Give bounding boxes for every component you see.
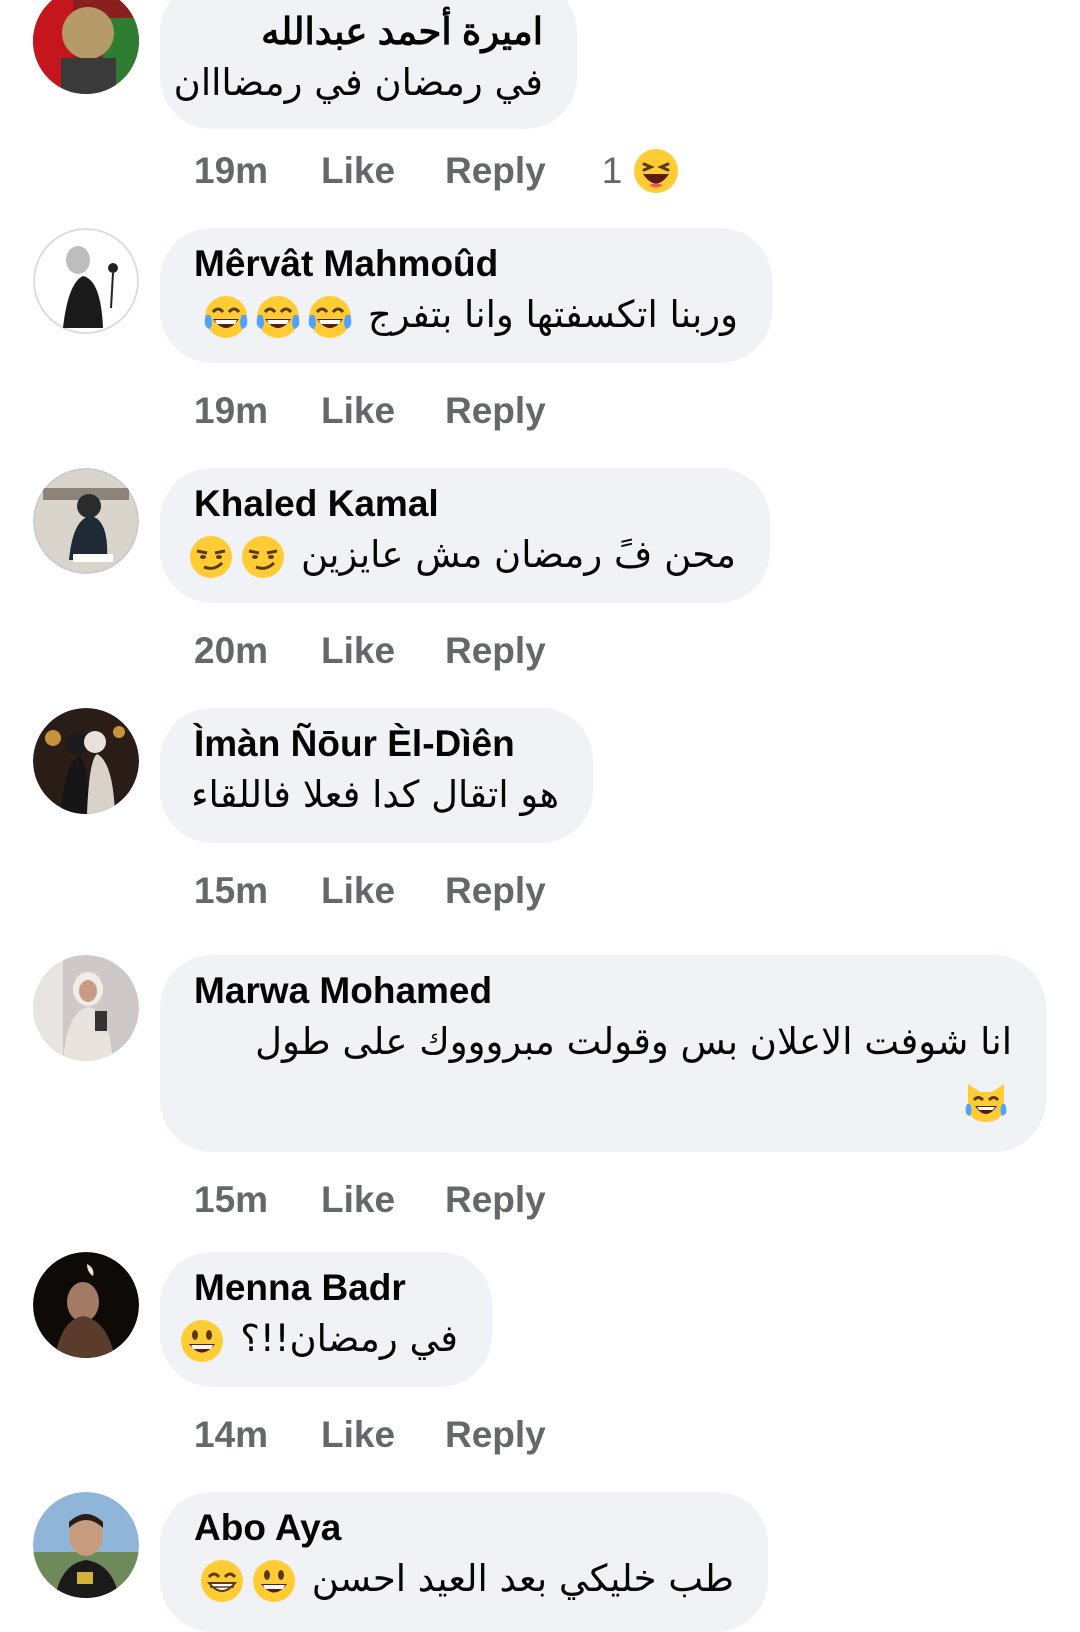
comment-text: محن فً رمضان مش عايزين <box>190 526 736 584</box>
grinning-face-emoji-icon <box>178 1317 226 1365</box>
comment-author[interactable]: Mêrvât Mahmoûd <box>194 242 738 286</box>
comment-text: في رمضان!!؟ <box>181 1310 458 1368</box>
tears-of-joy-emoji-icon <box>202 293 250 341</box>
comment-timestamp[interactable]: 15m <box>194 870 321 912</box>
comment-timestamp[interactable]: 19m <box>194 150 321 192</box>
haha-reaction-icon <box>632 147 680 195</box>
avatar[interactable] <box>33 0 139 94</box>
comment-actions: 14m Like Reply <box>194 1410 546 1460</box>
comment-text-content: طب خليكي بعد العيد احسن <box>311 1557 734 1600</box>
reaction-count: 1 <box>601 150 623 191</box>
comment-text-content: في رمضان!!؟ <box>240 1317 458 1360</box>
comment-text: هو اتقال كدا فعلا فاللقاء <box>191 766 559 824</box>
comment-bubble: Ìmàn Ñōur Èl-Dìên هو اتقال كدا فعلا فالل… <box>160 708 593 843</box>
comment-bubble: Khaled Kamal محن فً رمضان مش عايزين <box>160 468 770 603</box>
comment-actions: 20m Like Reply <box>194 626 546 676</box>
like-button[interactable]: Like <box>321 630 445 672</box>
comment-text-content: في رمضان في رمضااان <box>173 61 543 104</box>
reply-button[interactable]: Reply <box>445 1414 546 1456</box>
like-button[interactable]: Like <box>321 1179 445 1221</box>
comment-actions: 15m Like Reply <box>194 1175 546 1225</box>
comment-bubble: Mêrvât Mahmoûd وربنا اتكسفتها وانا بتفرج <box>160 228 772 363</box>
reply-button[interactable]: Reply <box>445 630 546 672</box>
smirking-face-emoji-icon <box>239 533 287 581</box>
reply-button[interactable]: Reply <box>445 870 546 912</box>
comment-author[interactable]: Ìmàn Ñōur Èl-Dìên <box>194 722 559 766</box>
comment-bubble: Abo Aya طب خليكي بعد العيد احسن <box>160 1492 768 1632</box>
comment-author[interactable]: Khaled Kamal <box>194 482 736 526</box>
tears-of-joy-emoji-icon <box>306 293 354 341</box>
avatar[interactable] <box>33 708 139 814</box>
comment-text: طب خليكي بعد العيد احسن <box>194 1550 734 1608</box>
comment-actions: 19m Like Reply <box>194 386 546 436</box>
comment-text-content: هو اتقال كدا فعلا فاللقاء <box>191 773 559 816</box>
comment-bubble: اميرة أحمد عبدالله في رمضان في رمضااان <box>160 0 577 129</box>
reply-button[interactable]: Reply <box>445 150 546 192</box>
comment-author[interactable]: Menna Badr <box>194 1266 458 1310</box>
avatar[interactable] <box>33 1252 139 1358</box>
comment-bubble: Menna Badr في رمضان!!؟ <box>160 1252 492 1387</box>
beaming-face-emoji-icon <box>198 1557 246 1605</box>
comment-timestamp[interactable]: 19m <box>194 390 321 432</box>
comment-author[interactable]: Marwa Mohamed <box>194 969 1012 1013</box>
avatar[interactable] <box>33 1492 139 1598</box>
comment-text-content: محن فً رمضان مش عايزين <box>300 533 736 576</box>
comment-author[interactable]: اميرة أحمد عبدالله <box>194 10 543 54</box>
comment-timestamp[interactable]: 14m <box>194 1414 321 1456</box>
smirking-face-emoji-icon <box>187 533 235 581</box>
reply-button[interactable]: Reply <box>445 1179 546 1221</box>
avatar[interactable] <box>33 228 139 334</box>
comment-actions: 19m Like Reply 1 <box>194 146 682 196</box>
avatar[interactable] <box>33 955 139 1061</box>
comment-actions: 15m Like Reply <box>194 866 546 916</box>
comment-text-content: وربنا اتكسفتها وانا بتفرج <box>367 293 738 336</box>
like-button[interactable]: Like <box>321 870 445 912</box>
like-button[interactable]: Like <box>321 1414 445 1456</box>
comment-text-content: انا شوفت الاعلان بس وقولت مبروووك على طو… <box>255 1020 1012 1063</box>
comment-text: في رمضان في رمضااان <box>174 54 543 112</box>
tears-of-joy-emoji-icon <box>254 293 302 341</box>
avatar[interactable] <box>33 468 139 574</box>
reaction-summary[interactable]: 1 <box>602 147 683 195</box>
like-button[interactable]: Like <box>321 390 445 432</box>
comment-bubble: Marwa Mohamed انا شوفت الاعلان بس وقولت … <box>160 955 1046 1152</box>
comment-timestamp[interactable]: 15m <box>194 1179 321 1221</box>
reply-button[interactable]: Reply <box>445 390 546 432</box>
like-button[interactable]: Like <box>321 150 445 192</box>
comment-timestamp[interactable]: 20m <box>194 630 321 672</box>
grinning-face-emoji-icon <box>250 1557 298 1605</box>
cat-tears-of-joy-emoji-icon <box>962 1078 1010 1126</box>
comment-text: انا شوفت الاعلان بس وقولت مبروووك على طو… <box>194 1013 1012 1129</box>
comment-text: وربنا اتكسفتها وانا بتفرج <box>194 286 738 344</box>
comment-author[interactable]: Abo Aya <box>194 1506 734 1550</box>
